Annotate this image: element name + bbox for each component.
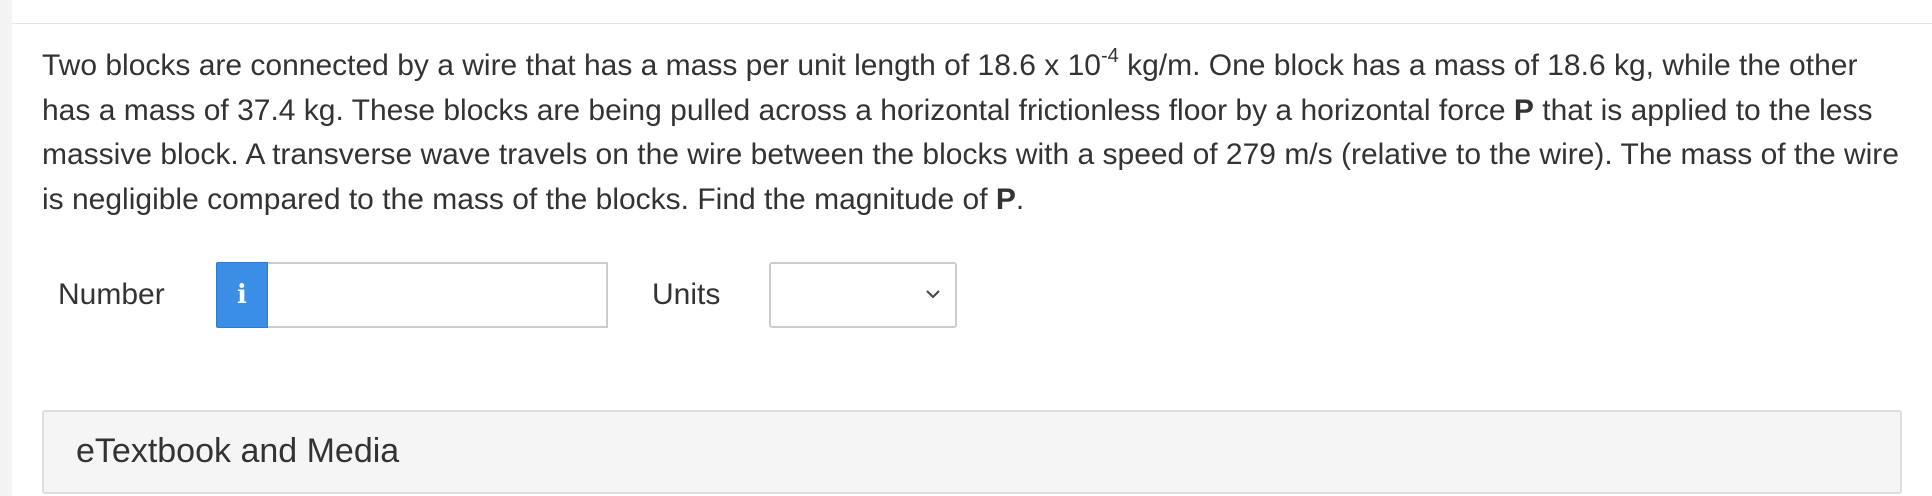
info-icon[interactable]: i — [216, 262, 268, 328]
units-select[interactable] — [769, 262, 957, 328]
number-input-group: i — [216, 262, 608, 328]
answer-row: Number i Units — [58, 262, 957, 328]
question-part-1: Two blocks are connected by a wire that … — [42, 49, 1101, 82]
clipped-heading-fragment — [44, 0, 312, 6]
etextbook-media-panel[interactable]: eTextbook and Media — [42, 410, 1902, 494]
number-label: Number — [58, 278, 165, 311]
question-part-4: . — [1015, 182, 1025, 216]
number-input[interactable] — [268, 262, 608, 328]
left-gutter — [0, 0, 12, 496]
exponent: -4 — [1100, 45, 1119, 67]
info-icon-glyph: i — [237, 280, 247, 310]
page: Two blocks are connected by a wire that … — [0, 0, 1932, 496]
force-symbol: P — [1513, 93, 1534, 127]
force-symbol-2: P — [995, 182, 1016, 216]
chevron-down-icon — [926, 290, 940, 299]
units-label: Units — [652, 278, 721, 311]
question-text: Two blocks are connected by a wire that … — [42, 44, 1902, 222]
section-divider — [12, 23, 1932, 24]
etextbook-media-title: eTextbook and Media — [76, 432, 400, 470]
